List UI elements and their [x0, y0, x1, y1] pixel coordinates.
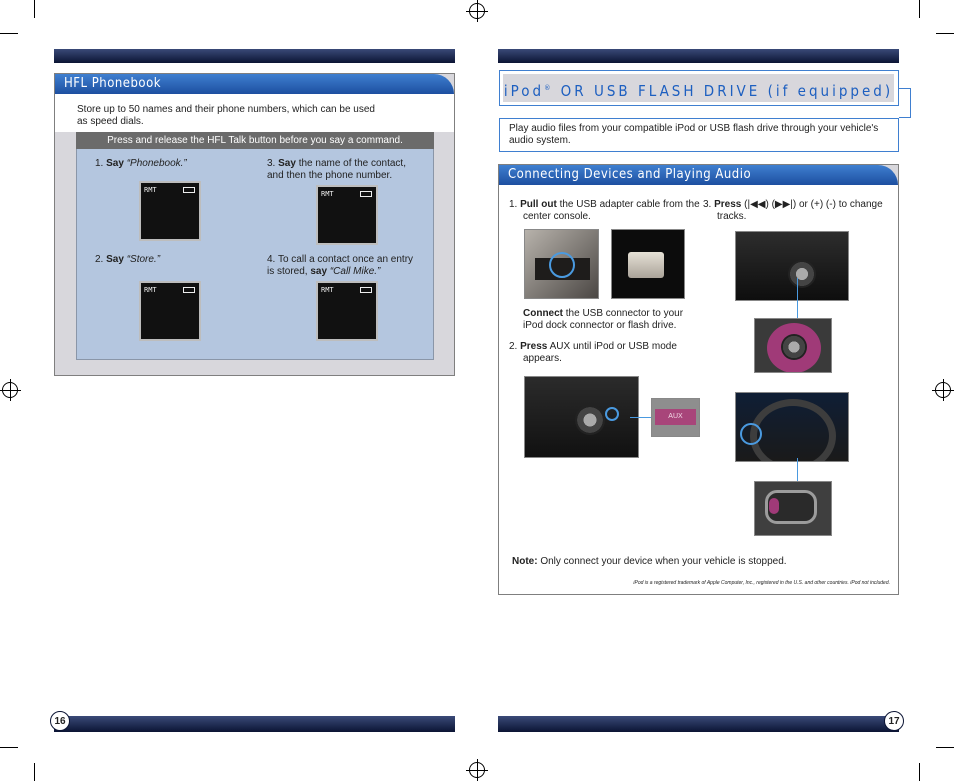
- callout-line: [797, 458, 798, 482]
- page-number: 16: [50, 711, 70, 731]
- registration-mark-icon: [932, 379, 954, 401]
- crop-mark: [34, 0, 35, 18]
- right-header-bar: [498, 49, 899, 63]
- registration-mark-icon: [0, 379, 21, 401]
- audio-panel-photo: [524, 376, 639, 458]
- page-number: 17: [884, 711, 904, 731]
- highlight-circle-icon: [740, 423, 762, 445]
- trademark-text: iPod is a registered trademark of Apple …: [633, 580, 890, 586]
- audio-dial-icon: [575, 405, 605, 435]
- steering-buttons-photo: [754, 481, 832, 536]
- instruction-text: Press and release the HFL Talk button be…: [107, 135, 403, 146]
- section-title: HFL Phonebook: [55, 74, 454, 94]
- section-title: Connecting Devices and Playing Audio: [499, 165, 898, 185]
- aux-button: AUX: [655, 409, 696, 425]
- step-3: 3. Press (|◀◀) (▶▶|) or (+) (-) to chang…: [703, 199, 883, 222]
- intro-text: Play audio files from your compatible iP…: [509, 123, 879, 146]
- registration-mark-icon: [466, 0, 488, 22]
- audio-dial-icon: [788, 260, 816, 288]
- display-status: RMT: [144, 186, 157, 194]
- crop-mark: [919, 0, 920, 18]
- dashboard-audio-photo: [735, 231, 849, 301]
- aux-button-photo: AUX: [651, 398, 700, 437]
- display-status: RMT: [321, 286, 334, 294]
- bracket-line: [899, 88, 911, 118]
- highlight-circle-icon: [605, 407, 619, 421]
- steering-wheel-photo: [735, 392, 849, 462]
- step-2: 2. Press AUX until iPod or USB mode appe…: [509, 341, 677, 364]
- header-title-reg: ®: [544, 84, 554, 92]
- step-1: 1. Say “Phonebook.”: [95, 158, 187, 169]
- battery-icon: [183, 287, 195, 293]
- crop-mark: [34, 763, 35, 781]
- steering-wheel-icon: [750, 399, 836, 461]
- display-screen: RMT: [316, 281, 378, 341]
- crop-mark: [919, 763, 920, 781]
- section-title-text: Connecting Devices and Playing Audio: [508, 167, 752, 182]
- usb-connector-photo: [611, 229, 685, 299]
- display-status: RMT: [144, 286, 157, 294]
- instruction-bar: Press and release the HFL Talk button be…: [76, 132, 434, 149]
- display-screen: RMT: [139, 281, 201, 341]
- connect-text: Connect the USB connector to your iPod d…: [523, 308, 684, 331]
- callout-line: [797, 278, 798, 320]
- note: Note: Only connect your device when your…: [512, 556, 787, 567]
- display-status: RMT: [321, 190, 334, 198]
- aux-label: AUX: [668, 413, 683, 420]
- step-3: 3. Say the name of the contact, and then…: [267, 158, 406, 181]
- battery-icon: [360, 191, 372, 197]
- steering-button-icon: [769, 498, 779, 514]
- header-title-inner: iPod® OR USB FLASH DRIVE (if equipped): [503, 74, 894, 102]
- display-screen: RMT: [139, 181, 201, 241]
- crop-mark: [0, 747, 18, 748]
- registration-mark-icon: [466, 759, 488, 781]
- step-2: 2. Say “Store.”: [95, 254, 161, 265]
- header-title: iPod: [503, 82, 545, 100]
- crop-mark: [0, 33, 18, 34]
- highlight-circle-icon: [549, 252, 575, 278]
- right-footer-bar: [498, 716, 899, 732]
- battery-icon: [183, 187, 195, 193]
- audio-dial-icon: [781, 334, 807, 360]
- crop-mark: [936, 33, 954, 34]
- usb-plug-icon: [628, 252, 664, 278]
- intro-text: Store up to 50 names and their phone num…: [77, 104, 375, 127]
- usb-cable-photo: [524, 229, 599, 299]
- step-1: 1. Pull out the USB adapter cable from t…: [509, 199, 700, 222]
- dial-closeup-photo: [754, 318, 832, 373]
- left-header-bar: [54, 49, 455, 63]
- left-footer-bar: [54, 716, 455, 732]
- battery-icon: [360, 287, 372, 293]
- step-4: 4. To call a contact once an entry is st…: [267, 254, 414, 277]
- callout-line: [630, 417, 652, 418]
- section-title-text: HFL Phonebook: [64, 76, 161, 91]
- display-screen: RMT: [316, 185, 378, 245]
- header-title-rest: OR USB FLASH DRIVE (if equipped): [553, 82, 894, 100]
- crop-mark: [936, 747, 954, 748]
